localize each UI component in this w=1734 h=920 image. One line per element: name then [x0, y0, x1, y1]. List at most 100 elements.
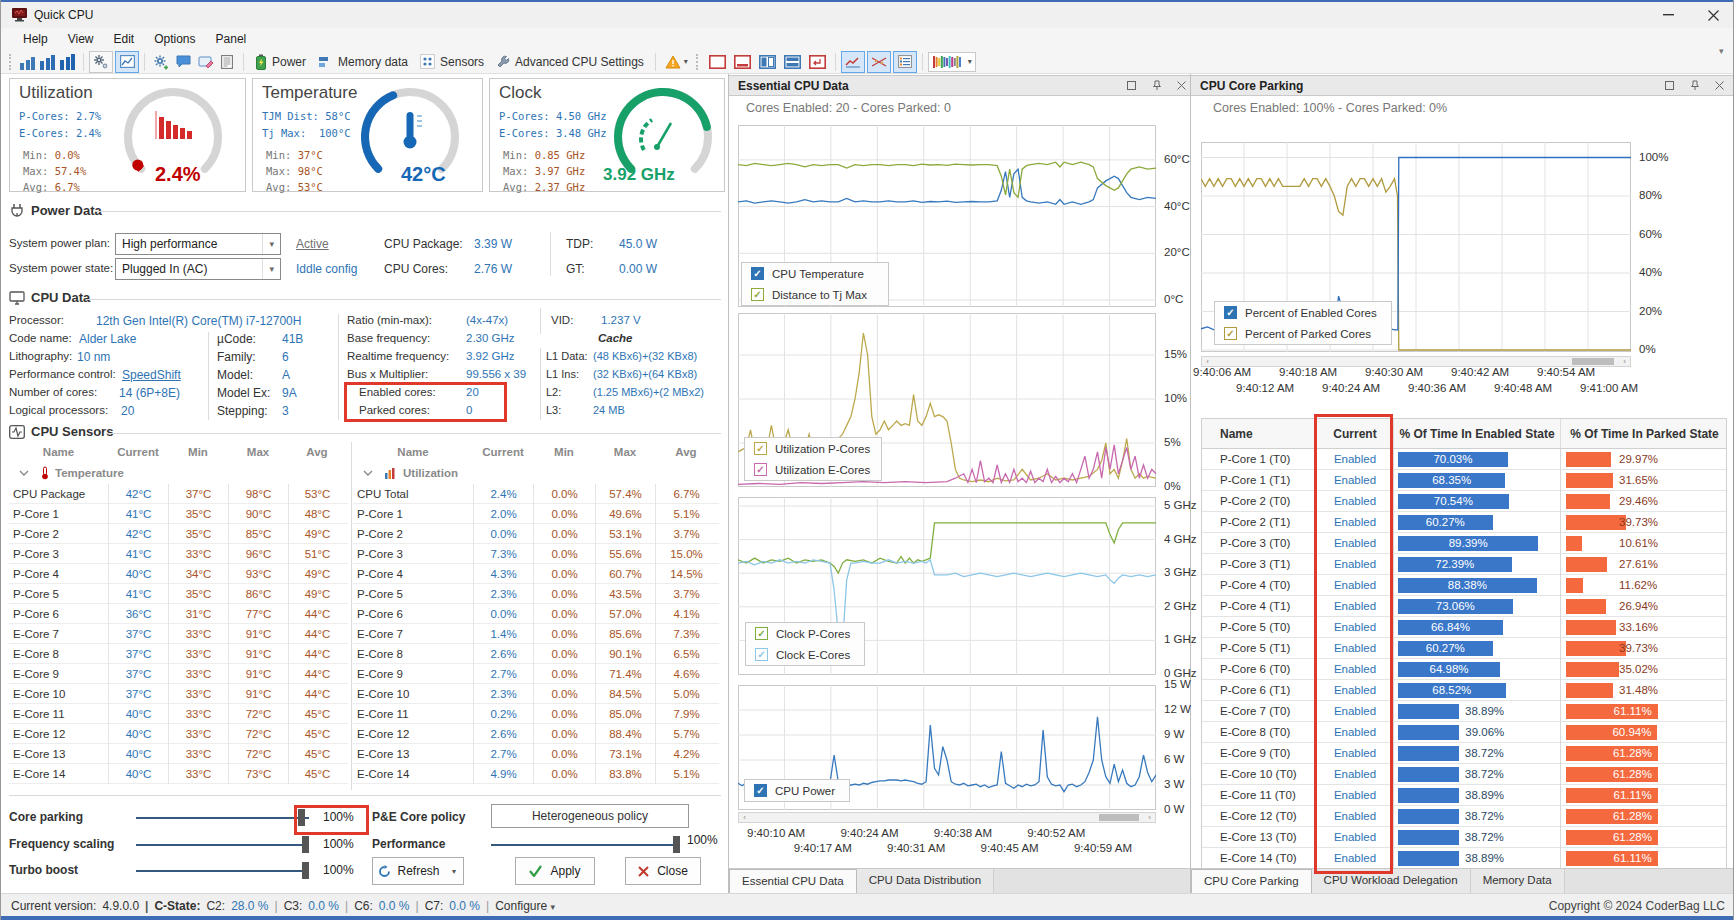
tab-essential-cpu-data[interactable]: Essential CPU Data: [729, 869, 857, 893]
active-link[interactable]: Active: [296, 237, 329, 251]
idle-config-link[interactable]: Iddle config: [296, 262, 357, 276]
slider-label: Core parking: [9, 810, 83, 824]
layout-icon[interactable]: [759, 55, 776, 69]
clock-p-cores-value: 4.50 GHz: [556, 110, 607, 122]
parking-panel-header: CPU Core Parking: [1191, 75, 1734, 96]
utilization-sensor-table: NameCurrentMinMaxAvg UtilizationCPU Tota…: [353, 442, 719, 784]
parking-maximize-icon[interactable]: [1661, 78, 1677, 93]
y-axis-label: 80%: [1639, 189, 1662, 201]
toolbar-overflow-icon[interactable]: ▾: [1719, 46, 1724, 56]
layout-icon[interactable]: [809, 55, 826, 69]
menu-help[interactable]: Help: [13, 29, 58, 49]
sensor-group-row[interactable]: Utilization: [353, 462, 719, 484]
memory-data-button[interactable]: Memory data: [312, 55, 414, 69]
legend-checkbox[interactable]: ✓: [755, 648, 768, 661]
minimize-button[interactable]: [1646, 2, 1691, 28]
cpu-data-value: 10 nm: [77, 350, 110, 364]
refresh-button[interactable]: Refresh: [372, 857, 446, 885]
sensors-button[interactable]: Sensors: [414, 54, 490, 69]
scatter-chart-toggle[interactable]: [867, 51, 891, 73]
legend-checkbox[interactable]: ✓: [754, 463, 767, 476]
tab-cpu-core-parking[interactable]: CPU Core Parking: [1191, 869, 1312, 893]
parking-pin-icon[interactable]: [1687, 78, 1703, 93]
utilization-max: 57.4%: [55, 165, 87, 177]
menu-edit[interactable]: Edit: [103, 29, 144, 49]
sensor-min: 37°C: [168, 484, 228, 504]
chart-bars-icon[interactable]: [58, 52, 78, 72]
essential-close-icon[interactable]: [1173, 78, 1189, 93]
list-view-toggle[interactable]: [893, 51, 917, 73]
eraser-icon[interactable]: [194, 51, 216, 73]
parking-parked-cell: 26.94%: [1560, 596, 1728, 617]
parking-parked-cell: 27.61%: [1560, 554, 1728, 575]
utilization-gauge-value: 2.4%: [155, 163, 201, 186]
sensor-row: E-Core 1240°C33°C72°C45°C: [9, 724, 348, 744]
slider-turbo-boost[interactable]: [136, 870, 309, 872]
tab-memory-data[interactable]: Memory Data: [1471, 869, 1565, 893]
layout-icon[interactable]: [784, 55, 801, 69]
graph-view-icon[interactable]: [115, 51, 139, 73]
sensor-current: 2.7%: [473, 664, 533, 684]
chart-bars-icon[interactable]: [38, 52, 58, 72]
cache-value: (32 KBx6)+(64 KBx8): [593, 368, 697, 380]
legend-checkbox[interactable]: ✓: [1224, 306, 1237, 319]
advanced-cpu-settings-button[interactable]: Advanced CPU Settings: [490, 55, 650, 69]
parking-table-row: P-Core 5 (T0)Enabled66.84%33.16%: [1202, 617, 1726, 638]
configure-menu[interactable]: Configure ▾: [495, 899, 555, 913]
legend-checkbox[interactable]: ✓: [754, 442, 767, 455]
sensor-min: 0.0%: [533, 744, 595, 764]
slider-core-parking[interactable]: [136, 817, 309, 819]
legend-checkbox[interactable]: ✓: [754, 784, 767, 797]
cpu-data-value[interactable]: SpeedShift: [122, 368, 181, 382]
power-plan-label: System power plan:: [9, 237, 110, 249]
layout-icon[interactable]: [734, 55, 751, 69]
warning-icon[interactable]: ▾: [661, 55, 692, 69]
performance-slider[interactable]: [491, 844, 679, 846]
parking-table-row: P-Core 3 (T0)Enabled89.39%10.61%: [1202, 533, 1726, 554]
power-plan-select[interactable]: High performance▾: [115, 233, 281, 255]
parked-bar: [1566, 452, 1611, 467]
essential-chart-scrollbar[interactable]: ‹›: [738, 812, 1156, 823]
sensor-group-row[interactable]: Temperature: [9, 462, 348, 484]
cpu-data-value: 3: [282, 404, 289, 418]
parking-parked-cell: 31.65%: [1560, 470, 1728, 491]
enabled-bar: [1398, 788, 1459, 803]
essential-maximize-icon[interactable]: [1123, 78, 1139, 93]
layout-icon[interactable]: [709, 55, 726, 69]
essential-scrollbar-thumb[interactable]: [1099, 814, 1139, 821]
enabled-bar: [1398, 704, 1459, 719]
legend-checkbox[interactable]: ✓: [751, 288, 764, 301]
apply-button[interactable]: Apply: [515, 857, 595, 885]
legend-checkbox[interactable]: ✓: [751, 267, 764, 280]
legend-checkbox[interactable]: ✓: [755, 627, 768, 640]
e-cores-label: E-Cores:: [19, 127, 70, 139]
report-icon[interactable]: [216, 51, 238, 73]
line-chart-toggle[interactable]: [841, 51, 865, 73]
power-state-select[interactable]: Plugged In (AC)▾: [115, 258, 281, 280]
parking-parked-cell: 61.28%: [1560, 743, 1728, 764]
pe-core-policy-select[interactable]: Heterogeneous policy: [491, 804, 689, 828]
comment-icon[interactable]: [172, 51, 194, 73]
settings-gear-icon[interactable]: [150, 51, 172, 73]
refresh-dropdown[interactable]: ▾: [445, 857, 464, 885]
power-button[interactable]: Power: [249, 54, 312, 70]
close-button[interactable]: [1691, 2, 1734, 28]
essential-pin-icon[interactable]: [1149, 78, 1165, 93]
legend-checkbox[interactable]: ✓: [1224, 327, 1237, 340]
cstate-label: C-State:: [154, 899, 200, 913]
slider-frequency-scaling[interactable]: [136, 844, 309, 846]
parking-parked-cell: 61.11%: [1560, 785, 1728, 806]
close-action-button[interactable]: Close: [625, 857, 701, 885]
slider-label: Frequency scaling: [9, 837, 114, 851]
parking-close-icon[interactable]: [1711, 78, 1727, 93]
essential-time-label: 9:40:31 AM: [887, 842, 945, 854]
menu-panel[interactable]: Panel: [206, 29, 257, 49]
color-histogram-dropdown[interactable]: ▾: [928, 52, 976, 72]
performance-slider-thumb[interactable]: [673, 836, 680, 853]
process-settings-icon[interactable]: [89, 51, 113, 73]
parking-scrollbar-thumb[interactable]: [1572, 358, 1614, 365]
menu-options[interactable]: Options: [144, 29, 205, 49]
menu-view[interactable]: View: [58, 29, 104, 49]
chart-bars-icon[interactable]: [18, 52, 38, 72]
tab-cpu-data-distribution[interactable]: CPU Data Distribution: [857, 869, 994, 893]
